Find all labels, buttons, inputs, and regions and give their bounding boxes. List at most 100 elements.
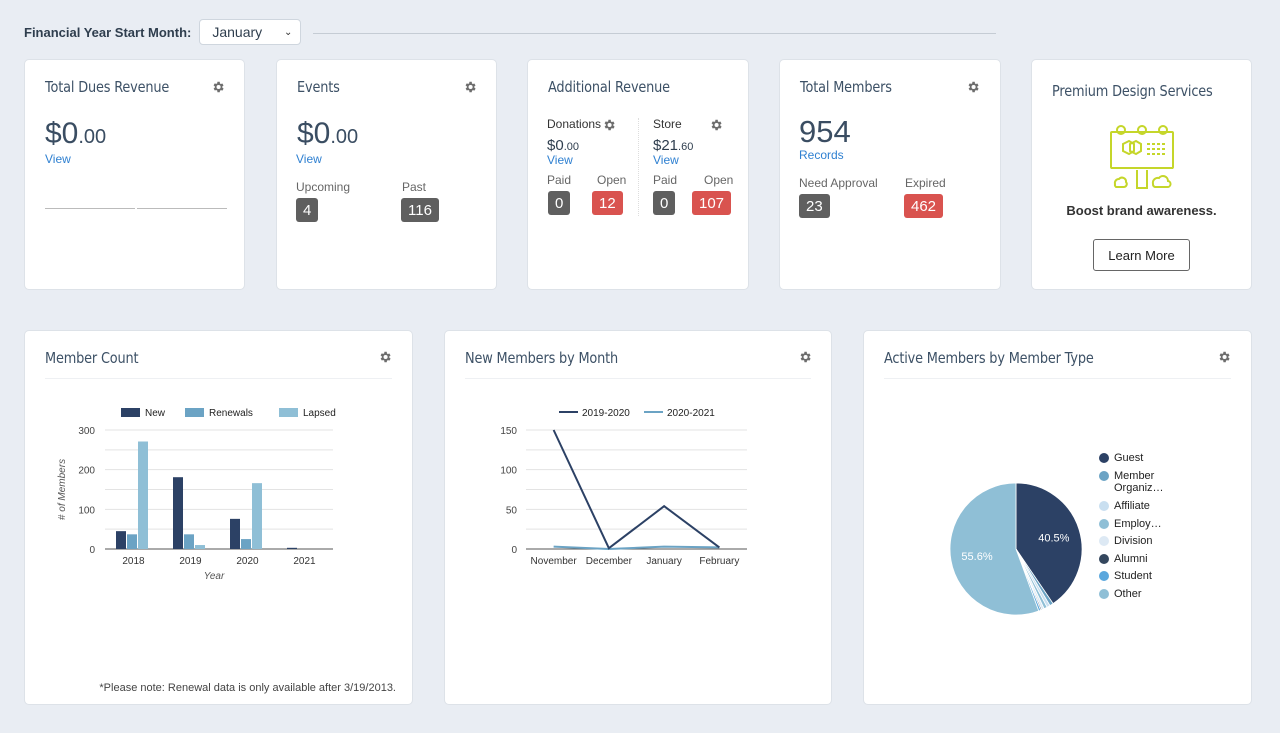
card-title: Additional Revenue bbox=[548, 78, 670, 96]
bar-new bbox=[173, 477, 183, 549]
legend-label: Student bbox=[1114, 570, 1152, 582]
member-count-panel: Member Count 0 100 200 300 # of Members Year 2… bbox=[24, 330, 413, 705]
need-approval-badge[interactable]: 23 bbox=[799, 194, 830, 218]
legend-label: Renewals bbox=[209, 408, 253, 419]
gear-icon[interactable] bbox=[966, 80, 980, 94]
store-label: Store bbox=[653, 117, 682, 131]
pie-slice-label: 40.5% bbox=[1038, 532, 1069, 544]
x-tick-label: February bbox=[699, 556, 739, 567]
x-tick-label: 2020 bbox=[236, 556, 259, 567]
donations-open-label: Open bbox=[597, 173, 627, 187]
donations-view-link[interactable]: View bbox=[547, 153, 573, 167]
store-paid-badge[interactable]: 0 bbox=[653, 191, 676, 215]
x-tick-label: January bbox=[646, 556, 682, 567]
legend-dot-icon bbox=[1099, 571, 1109, 581]
member-type-chart: 40.5% 55.6% bbox=[949, 482, 1083, 616]
legend-item[interactable]: Other bbox=[1099, 588, 1142, 600]
y-tick-label: 0 bbox=[511, 545, 517, 556]
bar-lapsed bbox=[195, 545, 205, 549]
premium-tagline: Boost brand awareness. bbox=[1066, 203, 1217, 218]
x-axis-label: Year bbox=[204, 571, 225, 582]
donations-open-badge[interactable]: 12 bbox=[592, 191, 623, 215]
member-count-chart: 0 100 200 300 # of Members Year 2018 2019 2020 20… bbox=[57, 408, 336, 582]
sparkline-placeholder bbox=[137, 208, 227, 209]
amount-cents: .00 bbox=[330, 126, 359, 148]
gear-icon[interactable] bbox=[602, 118, 616, 132]
past-count-badge[interactable]: 116 bbox=[401, 198, 439, 222]
learn-more-button[interactable]: Learn More bbox=[1093, 239, 1190, 271]
legend-item[interactable]: Division bbox=[1099, 535, 1153, 547]
financial-year-selected: January bbox=[212, 24, 263, 40]
upcoming-count-badge[interactable]: 4 bbox=[296, 198, 319, 222]
legend-item[interactable]: Affiliate bbox=[1099, 500, 1150, 512]
legend-item[interactable]: Employ… bbox=[1099, 518, 1162, 530]
dues-amount: $0.00 bbox=[45, 117, 106, 151]
records-link[interactable]: Records bbox=[799, 148, 844, 162]
amount-cents: .60 bbox=[678, 141, 694, 153]
total-members-card: Total Members 954 Records Need Approval … bbox=[779, 59, 1001, 290]
expired-badge[interactable]: 462 bbox=[904, 194, 944, 218]
amount-whole: $0 bbox=[297, 117, 331, 150]
legend-item[interactable]: Student bbox=[1099, 570, 1152, 582]
bar-new bbox=[287, 547, 297, 549]
legend-dot-icon bbox=[1099, 470, 1109, 481]
member-count: 954 bbox=[799, 114, 851, 149]
store-paid-label: Paid bbox=[653, 173, 678, 187]
x-tick-label: 2019 bbox=[179, 556, 202, 567]
legend-item[interactable]: Member Organiz… bbox=[1099, 470, 1164, 494]
pie-slice-label: 55.6% bbox=[961, 551, 992, 563]
gear-icon[interactable] bbox=[798, 350, 812, 364]
donations-paid-badge[interactable]: 0 bbox=[548, 191, 571, 215]
y-tick-label: 50 bbox=[506, 505, 518, 516]
legend-dot-icon bbox=[1099, 588, 1109, 599]
bar-new bbox=[116, 531, 126, 549]
x-tick-label: 2021 bbox=[293, 556, 316, 567]
y-tick-label: 0 bbox=[89, 545, 95, 556]
y-tick-label: 300 bbox=[78, 426, 95, 437]
gear-icon[interactable] bbox=[1217, 350, 1231, 364]
gear-icon[interactable] bbox=[378, 350, 392, 364]
panel-title: New Members by Month bbox=[465, 349, 619, 367]
card-title: Total Dues Revenue bbox=[45, 78, 170, 96]
legend-dot-icon bbox=[1099, 518, 1109, 529]
legend-label: Employ… bbox=[1114, 517, 1162, 530]
gear-icon[interactable] bbox=[709, 118, 723, 132]
view-link[interactable]: View bbox=[296, 152, 322, 166]
y-tick-label: 150 bbox=[500, 426, 517, 437]
donations-amount: $0.00 bbox=[547, 137, 579, 154]
donations-paid-label: Paid bbox=[547, 173, 572, 187]
legend-swatch bbox=[185, 408, 204, 417]
bar-new bbox=[230, 518, 240, 549]
amount-whole: $0 bbox=[45, 117, 79, 150]
legend-item[interactable]: Alumni bbox=[1099, 553, 1148, 565]
divider bbox=[45, 378, 392, 379]
store-open-badge[interactable]: 107 bbox=[692, 191, 732, 215]
legend-label: Affiliate bbox=[1114, 500, 1150, 512]
financial-year-label: Financial Year Start Month: bbox=[24, 24, 192, 40]
donations-label: Donations bbox=[547, 117, 602, 131]
store-view-link[interactable]: View bbox=[653, 153, 679, 167]
past-label: Past bbox=[402, 180, 427, 194]
billboard-icon bbox=[1107, 124, 1177, 194]
legend-label: Division bbox=[1114, 535, 1153, 547]
bar-renewals bbox=[184, 534, 194, 549]
bar-renewals bbox=[127, 534, 137, 549]
chevron-down-icon: ⌄ bbox=[283, 26, 293, 38]
view-link[interactable]: View bbox=[45, 152, 71, 166]
legend-label: New bbox=[145, 408, 166, 419]
legend-dot-icon bbox=[1099, 553, 1109, 564]
gear-icon[interactable] bbox=[211, 80, 225, 94]
divider bbox=[884, 378, 1231, 379]
column-divider bbox=[638, 118, 639, 216]
gear-icon[interactable] bbox=[463, 80, 477, 94]
financial-year-select[interactable]: January ⌄ bbox=[199, 19, 302, 45]
y-tick-label: 100 bbox=[500, 466, 517, 477]
legend-label: 2020-2021 bbox=[667, 408, 715, 419]
legend-item[interactable]: Guest bbox=[1099, 452, 1143, 464]
x-tick-label: November bbox=[531, 556, 578, 567]
bar-lapsed bbox=[252, 483, 262, 549]
financial-year-filter: Financial Year Start Month: January ⌄ bbox=[24, 19, 302, 45]
premium-design-card: Premium Design Services Boost brand awar… bbox=[1031, 59, 1252, 290]
new-members-panel: New Members by Month 0 50 100 150 November De… bbox=[444, 330, 832, 705]
amount-whole: $21 bbox=[653, 137, 679, 154]
